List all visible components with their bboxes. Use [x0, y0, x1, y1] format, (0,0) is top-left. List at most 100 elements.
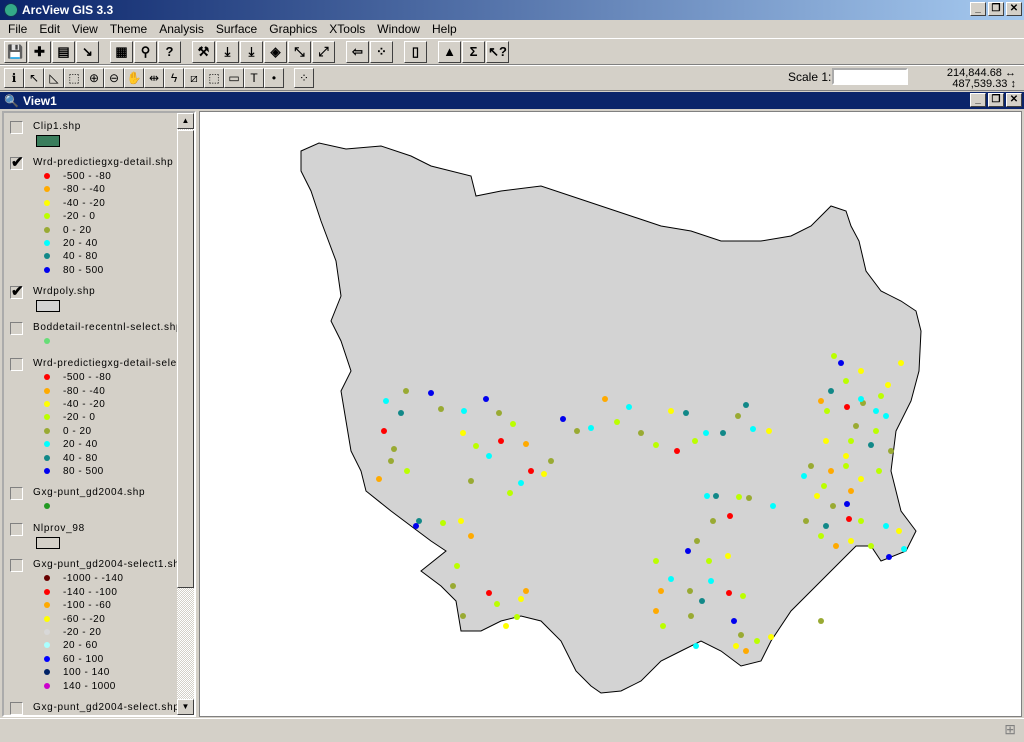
wrdpoly-polygon[interactable] — [300, 142, 922, 694]
prediction-point[interactable] — [818, 533, 824, 539]
prediction-point[interactable] — [821, 483, 827, 489]
view-close-button[interactable]: ✕ — [1006, 93, 1022, 107]
sum-button[interactable]: Σ — [462, 40, 485, 63]
prediction-point[interactable] — [873, 428, 879, 434]
prediction-point[interactable] — [738, 632, 744, 638]
prediction-point[interactable] — [768, 634, 774, 640]
prediction-point[interactable] — [614, 419, 620, 425]
prediction-point[interactable] — [843, 463, 849, 469]
prediction-point[interactable] — [548, 458, 554, 464]
prediction-point[interactable] — [428, 390, 434, 396]
prediction-point[interactable] — [844, 404, 850, 410]
prediction-point[interactable] — [843, 453, 849, 459]
prediction-point[interactable] — [498, 438, 504, 444]
prediction-point[interactable] — [510, 421, 516, 427]
add-theme-button[interactable]: ✚ — [28, 40, 51, 63]
help-button[interactable]: ↖? — [486, 40, 509, 63]
prediction-point[interactable] — [693, 643, 699, 649]
prediction-point[interactable] — [750, 426, 756, 432]
prediction-point[interactable] — [574, 428, 580, 434]
prediction-point[interactable] — [468, 533, 474, 539]
prediction-point[interactable] — [831, 353, 837, 359]
menu-surface[interactable]: Surface — [210, 22, 263, 36]
prediction-point[interactable] — [468, 478, 474, 484]
prediction-point[interactable] — [743, 402, 749, 408]
prediction-point[interactable] — [713, 493, 719, 499]
prediction-point[interactable] — [699, 598, 705, 604]
menu-window[interactable]: Window — [371, 22, 426, 36]
prediction-point[interactable] — [883, 413, 889, 419]
measure-tool[interactable]: ⇹ — [144, 68, 164, 88]
prediction-point[interactable] — [674, 448, 680, 454]
prediction-point[interactable] — [733, 643, 739, 649]
prediction-point[interactable] — [803, 518, 809, 524]
prediction-point[interactable] — [685, 548, 691, 554]
prediction-point[interactable] — [818, 398, 824, 404]
toc-scrollbar[interactable]: ▲ ▼ — [177, 113, 194, 715]
prediction-point[interactable] — [706, 558, 712, 564]
zoom-active-button[interactable]: ⤓ — [240, 40, 263, 63]
prediction-point[interactable] — [883, 523, 889, 529]
prediction-point[interactable] — [638, 430, 644, 436]
menu-help[interactable]: Help — [426, 22, 463, 36]
prediction-point[interactable] — [858, 518, 864, 524]
prediction-point[interactable] — [653, 608, 659, 614]
select-by-theme-button[interactable]: ⁘ — [370, 40, 393, 63]
scale-input[interactable] — [832, 68, 909, 85]
prediction-point[interactable] — [653, 442, 659, 448]
prediction-point[interactable] — [823, 438, 829, 444]
prediction-point[interactable] — [602, 396, 608, 402]
prediction-point[interactable] — [692, 438, 698, 444]
menu-xtools[interactable]: XTools — [323, 22, 371, 36]
prediction-point[interactable] — [440, 520, 446, 526]
prediction-point[interactable] — [528, 468, 534, 474]
prediction-point[interactable] — [735, 413, 741, 419]
prediction-point[interactable] — [848, 538, 854, 544]
prediction-point[interactable] — [541, 471, 547, 477]
prediction-point[interactable] — [888, 448, 894, 454]
prediction-point[interactable] — [766, 428, 772, 434]
close-button[interactable]: ✕ — [1006, 2, 1022, 16]
prediction-point[interactable] — [858, 476, 864, 482]
edit-legend-button[interactable]: ↘ — [76, 40, 99, 63]
area-of-interest-tool[interactable]: ⬚ — [204, 68, 224, 88]
open-table-button[interactable]: ▦ — [110, 40, 133, 63]
prediction-point[interactable] — [486, 453, 492, 459]
prediction-point[interactable] — [746, 495, 752, 501]
menu-graphics[interactable]: Graphics — [263, 22, 323, 36]
prediction-point[interactable] — [704, 493, 710, 499]
prediction-point[interactable] — [770, 503, 776, 509]
prediction-point[interactable] — [523, 588, 529, 594]
layer-visibility-checkbox[interactable] — [10, 523, 23, 537]
zoom-out-tool[interactable]: ⊖ — [104, 68, 124, 88]
zoom-out-fixed-button[interactable]: ⤢ — [312, 40, 335, 63]
pan-tool[interactable]: ✋ — [124, 68, 144, 88]
prediction-point[interactable] — [873, 408, 879, 414]
prediction-point[interactable] — [376, 476, 382, 482]
menu-edit[interactable]: Edit — [33, 22, 66, 36]
minimize-button[interactable]: _ — [970, 2, 986, 16]
prediction-point[interactable] — [683, 410, 689, 416]
prediction-point[interactable] — [853, 423, 859, 429]
layer-visibility-checkbox[interactable] — [10, 322, 23, 336]
prediction-point[interactable] — [494, 601, 500, 607]
prediction-point[interactable] — [830, 503, 836, 509]
prediction-point[interactable] — [483, 396, 489, 402]
scroll-thumb[interactable] — [177, 130, 194, 588]
menu-theme[interactable]: Theme — [104, 22, 153, 36]
prediction-point[interactable] — [460, 430, 466, 436]
prediction-point[interactable] — [660, 623, 666, 629]
prediction-point[interactable] — [708, 578, 714, 584]
prediction-point[interactable] — [694, 538, 700, 544]
prediction-point[interactable] — [450, 583, 456, 589]
prediction-point[interactable] — [496, 410, 502, 416]
prediction-point[interactable] — [828, 388, 834, 394]
prediction-point[interactable] — [391, 446, 397, 452]
zoom-full-button[interactable]: ⤓ — [216, 40, 239, 63]
prediction-point[interactable] — [846, 516, 852, 522]
prediction-point[interactable] — [473, 443, 479, 449]
prediction-point[interactable] — [507, 490, 513, 496]
zoom-in-tool[interactable]: ⊕ — [84, 68, 104, 88]
prediction-point[interactable] — [454, 563, 460, 569]
layer-visibility-checkbox[interactable] — [10, 559, 23, 573]
